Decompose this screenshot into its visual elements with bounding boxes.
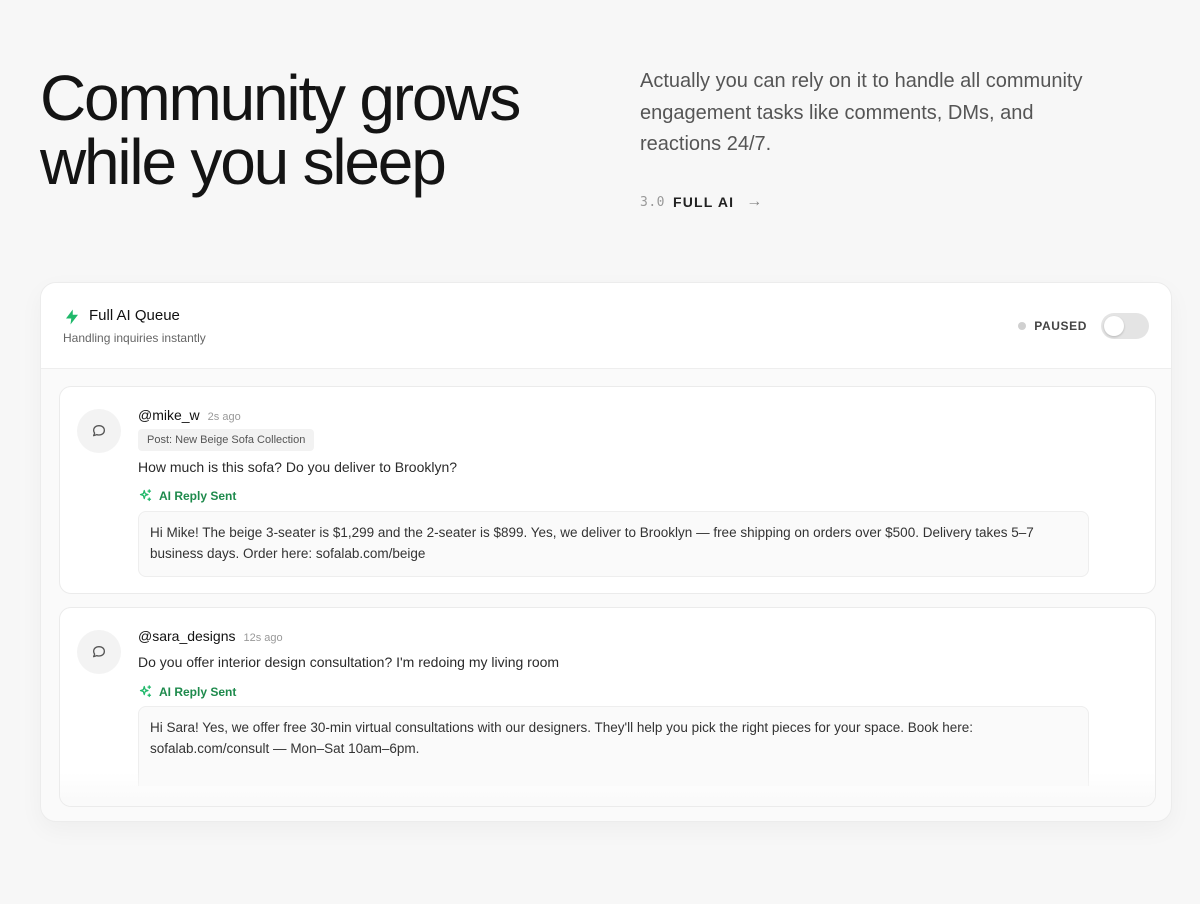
user-question: Do you offer interior design consultatio… bbox=[138, 654, 560, 670]
sparkle-icon bbox=[139, 489, 152, 502]
queue-header: Full AI Queue Handling inquiries instant… bbox=[41, 283, 1171, 369]
user-question: How much is this sofa? Do you deliver to… bbox=[138, 459, 458, 475]
full-ai-link[interactable]: 3.0 FULL AI → bbox=[640, 192, 763, 212]
ai-queue-panel: Full AI Queue Handling inquiries instant… bbox=[40, 282, 1172, 822]
reply-status: AI Reply Sent bbox=[138, 488, 236, 503]
version-number: 3.0 bbox=[640, 194, 665, 210]
item-meta: @mike_w 2s ago bbox=[138, 407, 241, 423]
hero-title-line1: Community grows bbox=[40, 62, 521, 134]
post-tag: Post: New Beige Sofa Collection bbox=[138, 429, 315, 451]
hero-title-line2: while you sleep bbox=[40, 126, 447, 198]
hero-description: Actually you can rely on it to handle al… bbox=[640, 70, 1083, 155]
scroll-fade bbox=[60, 772, 1155, 806]
toggle-knob bbox=[1104, 316, 1124, 336]
status-dot bbox=[1018, 322, 1027, 330]
ai-reply: Hi Mike! The beige 3-seater is $1,299 an… bbox=[138, 511, 1089, 577]
avatar bbox=[77, 630, 121, 674]
queue-item: @sara_designs 12s ago Do you offer inter… bbox=[59, 607, 1156, 807]
version-label: FULL AI bbox=[672, 194, 735, 210]
reply-status-label: AI Reply Sent bbox=[159, 488, 237, 503]
pause-toggle[interactable] bbox=[1101, 313, 1149, 339]
timestamp: 2s ago bbox=[207, 411, 241, 423]
avatar bbox=[77, 409, 121, 453]
queue-status: PAUSED bbox=[1018, 313, 1149, 339]
status-label: PAUSED bbox=[1034, 319, 1087, 333]
item-meta: @sara_designs 12s ago bbox=[138, 628, 283, 644]
user-handle[interactable]: @sara_designs bbox=[138, 628, 236, 644]
reply-status: AI Reply Sent bbox=[138, 684, 236, 699]
user-handle[interactable]: @mike_w bbox=[138, 407, 200, 423]
queue-item: @mike_w 2s ago Post: New Beige Sofa Coll… bbox=[59, 386, 1156, 594]
bolt-icon bbox=[66, 309, 78, 325]
reply-status-label: AI Reply Sent bbox=[159, 684, 237, 699]
queue-title: Full AI Queue bbox=[89, 307, 180, 324]
sparkle-icon bbox=[139, 685, 152, 698]
chat-bubble-icon bbox=[93, 425, 105, 437]
timestamp: 12s ago bbox=[243, 632, 283, 644]
queue-subtitle: Handling inquiries instantly bbox=[63, 331, 206, 345]
hero-title: Community grows while you sleep bbox=[40, 66, 600, 194]
arrow-right-icon: → bbox=[746, 193, 764, 210]
chat-bubble-icon bbox=[93, 646, 105, 658]
